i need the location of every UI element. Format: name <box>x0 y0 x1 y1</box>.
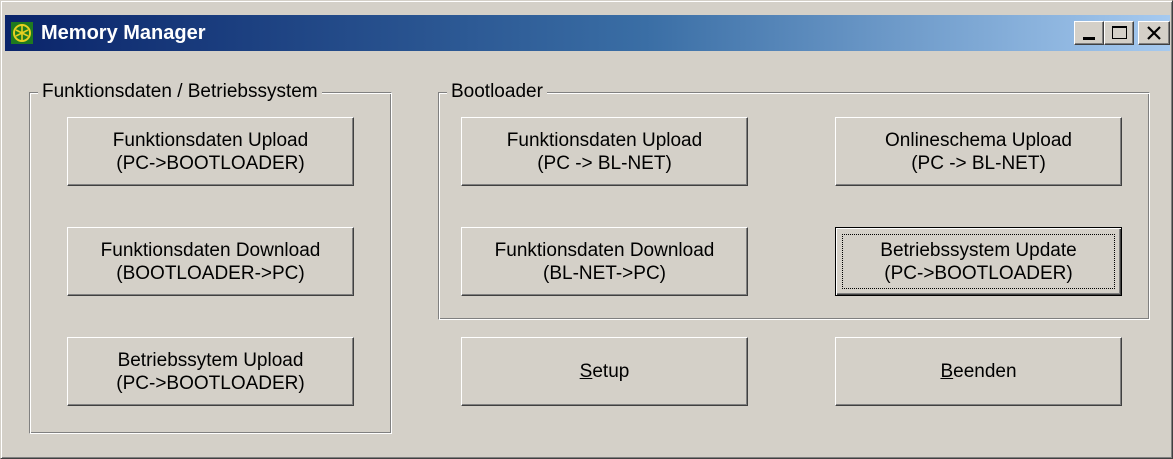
funktionsdaten-upload-blnet-button[interactable]: Funktionsdaten Upload (PC -> BL-NET) <box>461 117 748 186</box>
window-title: Memory Manager <box>41 22 206 44</box>
onlineschema-upload-button[interactable]: Onlineschema Upload (PC -> BL-NET) <box>835 117 1122 186</box>
button-label-line2: (BL-NET->PC) <box>543 262 666 284</box>
group-legend-funktionsdaten-betriebssystem: Funktionsdaten / Betriebssystem <box>38 80 322 104</box>
minimize-button[interactable] <box>1074 21 1104 45</box>
button-label-line2: (PC->BOOTLOADER) <box>116 152 305 174</box>
button-label-line1: Betriebssystem Update <box>880 239 1077 261</box>
button-label-line2: (PC->BOOTLOADER) <box>116 372 305 394</box>
title-bar[interactable]: Memory Manager <box>5 15 1170 51</box>
funktionsdaten-download-blnet-button[interactable]: Funktionsdaten Download (BL-NET->PC) <box>461 227 748 296</box>
button-label-line1: Funktionsdaten Download <box>494 239 715 261</box>
button-label-line1: Funktionsdaten Upload <box>506 129 703 151</box>
button-label-line2: (PC -> BL-NET) <box>911 152 1046 174</box>
setup-label-rest: etup <box>592 361 630 382</box>
setup-mnemonic: S <box>579 361 593 382</box>
button-label-line1: Funktionsdaten Download <box>100 239 321 261</box>
button-label-line1: Funktionsdaten Upload <box>112 129 309 151</box>
button-label-line1: Onlineschema Upload <box>885 129 1072 151</box>
beenden-mnemonic: B <box>940 361 954 382</box>
minimize-icon <box>1083 37 1095 40</box>
funktionsdaten-download-bootloader-button[interactable]: Funktionsdaten Download (BOOTLOADER->PC) <box>67 227 354 296</box>
maximize-button[interactable] <box>1104 21 1134 45</box>
funktionsdaten-upload-bootloader-button[interactable]: Funktionsdaten Upload (PC->BOOTLOADER) <box>67 117 354 186</box>
close-button[interactable] <box>1138 21 1170 45</box>
button-label-line1: Betriebssytem Upload <box>117 349 304 371</box>
betriebssystem-update-button[interactable]: Betriebssystem Update (PC->BOOTLOADER) <box>835 227 1122 296</box>
beenden-button[interactable]: Beenden <box>835 337 1122 406</box>
close-icon <box>1147 26 1161 40</box>
maximize-icon <box>1112 26 1127 39</box>
button-label-line2: (PC->BOOTLOADER) <box>884 262 1073 284</box>
beenden-button-label: Beenden <box>940 360 1016 383</box>
button-label-line2: (PC -> BL-NET) <box>537 152 672 174</box>
group-legend-bootloader: Bootloader <box>447 80 547 104</box>
beenden-label-rest: eenden <box>953 361 1017 382</box>
memory-manager-app-icon[interactable] <box>11 22 33 44</box>
button-label-line2: (BOOTLOADER->PC) <box>116 262 305 284</box>
betriebssystem-upload-button[interactable]: Betriebssytem Upload (PC->BOOTLOADER) <box>67 337 354 406</box>
setup-button[interactable]: Setup <box>461 337 748 406</box>
memory-manager-window: Memory Manager Funktionsdaten / Betriebs… <box>0 0 1173 459</box>
setup-button-label: Setup <box>580 360 630 383</box>
